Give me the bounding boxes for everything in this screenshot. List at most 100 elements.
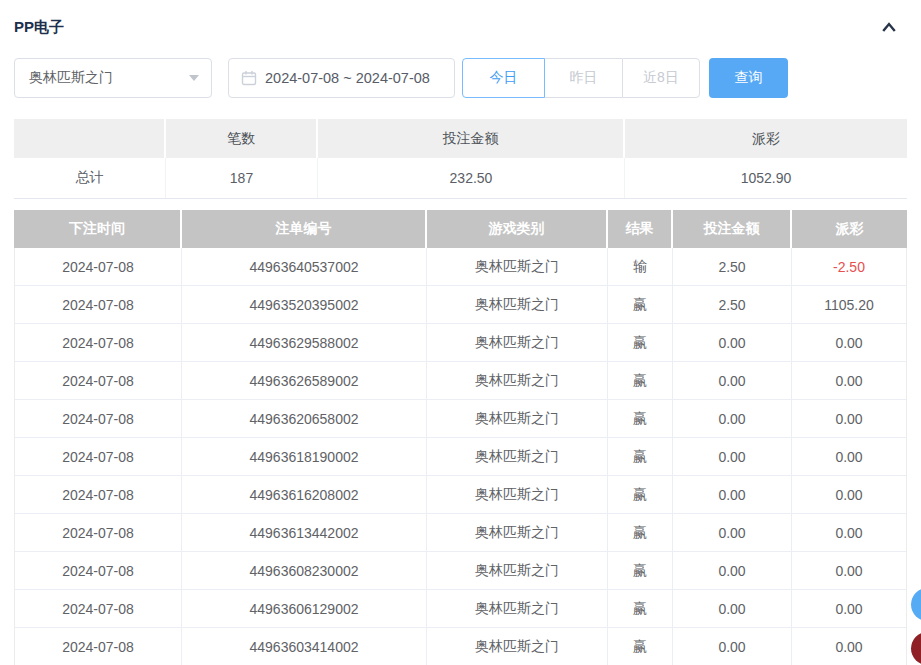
col-header-order-id: 注单编号 [182, 210, 427, 248]
summary-total-label: 总计 [14, 158, 166, 198]
bet-amount-cell: 0.00 [673, 400, 792, 437]
col-header-bet-time: 下注时间 [14, 210, 182, 248]
order-id-cell: 44963613442002 [182, 514, 427, 551]
query-button[interactable]: 查询 [709, 58, 788, 98]
order-id-cell: 44963626589002 [182, 362, 427, 399]
bet-time-cell: 2024-07-08 [15, 438, 182, 475]
game-type-cell: 奥林匹斯之门 [427, 286, 608, 323]
summary-count-value: 187 [166, 158, 318, 198]
result-cell: 赢 [608, 476, 673, 513]
payout-cell: 0.00 [792, 514, 906, 551]
col-header-bet-amount: 投注金额 [673, 210, 792, 248]
collapse-button[interactable] [877, 15, 901, 39]
bet-table-body: 2024-07-0844963640537002奥林匹斯之门输2.50-2.50… [14, 248, 907, 665]
result-cell: 赢 [608, 438, 673, 475]
bet-time-cell: 2024-07-08 [15, 400, 182, 437]
pp-report-panel: PP电子 奥林匹斯之门 2024-07-08 ~ 2024-07-08 今日 昨… [0, 0, 921, 665]
game-type-cell: 奥林匹斯之门 [427, 514, 608, 551]
bet-amount-cell: 0.00 [673, 362, 792, 399]
payout-cell: 0.00 [792, 628, 906, 665]
table-header-row: 下注时间 注单编号 游戏类别 结果 投注金额 派彩 [14, 210, 907, 248]
game-type-cell: 奥林匹斯之门 [427, 628, 608, 665]
bet-time-cell: 2024-07-08 [15, 324, 182, 361]
table-row: 2024-07-0844963603414002奥林匹斯之门赢0.000.00 [15, 628, 906, 665]
order-id-cell: 44963616208002 [182, 476, 427, 513]
result-cell: 赢 [608, 590, 673, 627]
bet-amount-cell: 0.00 [673, 438, 792, 475]
summary-header-bet-amount: 投注金额 [318, 119, 625, 158]
bet-amount-cell: 0.00 [673, 628, 792, 665]
summary-header-payout: 派彩 [625, 119, 907, 158]
order-id-cell: 44963640537002 [182, 248, 427, 285]
table-row: 2024-07-0844963629588002奥林匹斯之门赢0.000.00 [15, 324, 906, 362]
date-range-value: 2024-07-08 ~ 2024-07-08 [265, 70, 430, 86]
summary-payout-value: 1052.90 [625, 158, 907, 198]
game-type-cell: 奥林匹斯之门 [427, 590, 608, 627]
calendar-icon [241, 70, 257, 86]
payout-cell: 0.00 [792, 590, 906, 627]
bet-amount-cell: 0.00 [673, 552, 792, 589]
filter-bar: 奥林匹斯之门 2024-07-08 ~ 2024-07-08 今日 昨日 近8日… [14, 58, 907, 98]
bet-amount-cell: 0.00 [673, 324, 792, 361]
date-range-input[interactable]: 2024-07-08 ~ 2024-07-08 [228, 58, 455, 98]
bet-records-table: 下注时间 注单编号 游戏类别 结果 投注金额 派彩 2024-07-084496… [14, 210, 907, 665]
summary-header-row: 笔数 投注金额 派彩 [14, 119, 907, 158]
yesterday-button[interactable]: 昨日 [545, 58, 622, 98]
order-id-cell: 44963629588002 [182, 324, 427, 361]
table-row: 2024-07-0844963620658002奥林匹斯之门赢0.000.00 [15, 400, 906, 438]
result-cell: 赢 [608, 324, 673, 361]
game-type-cell: 奥林匹斯之门 [427, 476, 608, 513]
payout-cell: -2.50 [792, 248, 906, 285]
result-cell: 输 [608, 248, 673, 285]
summary-bet-amount-value: 232.50 [318, 158, 625, 198]
table-row: 2024-07-0844963608230002奥林匹斯之门赢0.000.00 [15, 552, 906, 590]
last-8-days-button[interactable]: 近8日 [622, 58, 700, 98]
col-header-game-type: 游戏类别 [427, 210, 608, 248]
chevron-up-icon [880, 18, 898, 36]
result-cell: 赢 [608, 362, 673, 399]
page-title: PP电子 [14, 18, 64, 37]
game-type-cell: 奥林匹斯之门 [427, 400, 608, 437]
bet-time-cell: 2024-07-08 [15, 590, 182, 627]
summary-total-row: 总计 187 232.50 1052.90 [14, 158, 907, 199]
table-row: 2024-07-0844963520395002奥林匹斯之门赢2.501105.… [15, 286, 906, 324]
table-row: 2024-07-0844963640537002奥林匹斯之门输2.50-2.50 [15, 248, 906, 286]
result-cell: 赢 [608, 400, 673, 437]
chevron-down-icon [189, 75, 199, 81]
order-id-cell: 44963606129002 [182, 590, 427, 627]
payout-cell: 0.00 [792, 324, 906, 361]
game-select-value: 奥林匹斯之门 [29, 69, 113, 87]
order-id-cell: 44963608230002 [182, 552, 427, 589]
result-cell: 赢 [608, 286, 673, 323]
summary-header-count: 笔数 [166, 119, 318, 158]
game-select[interactable]: 奥林匹斯之门 [14, 58, 212, 98]
panel-header: PP电子 [14, 14, 907, 40]
summary-header-empty [14, 119, 166, 158]
payout-cell: 0.00 [792, 400, 906, 437]
table-row: 2024-07-0844963618190002奥林匹斯之门赢0.000.00 [15, 438, 906, 476]
table-row: 2024-07-0844963606129002奥林匹斯之门赢0.000.00 [15, 590, 906, 628]
bet-time-cell: 2024-07-08 [15, 248, 182, 285]
payout-cell: 0.00 [792, 362, 906, 399]
bet-time-cell: 2024-07-08 [15, 514, 182, 551]
col-header-payout: 派彩 [792, 210, 907, 248]
game-type-cell: 奥林匹斯之门 [427, 324, 608, 361]
bet-amount-cell: 0.00 [673, 590, 792, 627]
payout-cell: 0.00 [792, 476, 906, 513]
bet-time-cell: 2024-07-08 [15, 362, 182, 399]
order-id-cell: 44963603414002 [182, 628, 427, 665]
result-cell: 赢 [608, 514, 673, 551]
order-id-cell: 44963520395002 [182, 286, 427, 323]
quick-range-group: 今日 昨日 近8日 [462, 58, 700, 98]
table-row: 2024-07-0844963626589002奥林匹斯之门赢0.000.00 [15, 362, 906, 400]
bet-time-cell: 2024-07-08 [15, 552, 182, 589]
result-cell: 赢 [608, 552, 673, 589]
game-type-cell: 奥林匹斯之门 [427, 552, 608, 589]
bet-amount-cell: 0.00 [673, 514, 792, 551]
today-button[interactable]: 今日 [462, 58, 545, 98]
result-cell: 赢 [608, 628, 673, 665]
table-row: 2024-07-0844963613442002奥林匹斯之门赢0.000.00 [15, 514, 906, 552]
order-id-cell: 44963618190002 [182, 438, 427, 475]
bet-amount-cell: 0.00 [673, 476, 792, 513]
bet-amount-cell: 2.50 [673, 248, 792, 285]
